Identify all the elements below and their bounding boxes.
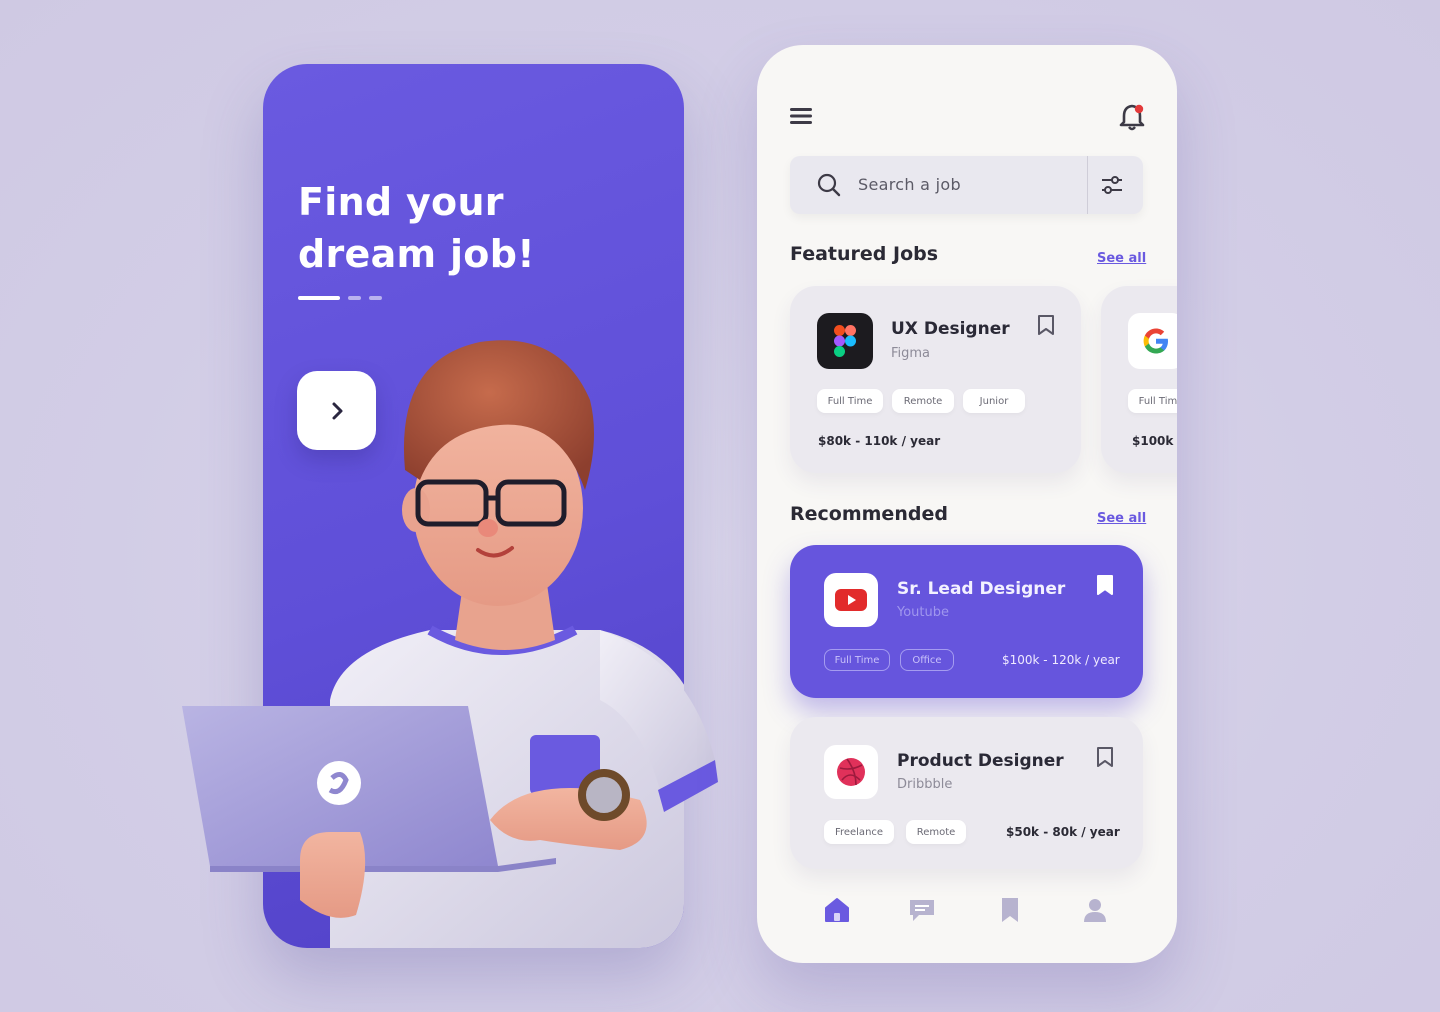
bell-icon[interactable]: [1119, 103, 1145, 131]
dribbble-logo: [824, 745, 878, 799]
job-tag: Freelance: [824, 820, 894, 844]
job-tag: Remote: [892, 389, 954, 413]
company-name: Dribbble: [897, 777, 953, 792]
company-name: Figma: [891, 346, 931, 361]
job-tag: Full Time: [1128, 389, 1177, 413]
recommended-title: Recommended: [790, 503, 948, 525]
page-dot-active[interactable]: [298, 296, 340, 300]
salary: $100k -: [1132, 434, 1177, 448]
recommended-see-all-link[interactable]: See all: [1097, 511, 1146, 526]
job-tag: Remote: [906, 820, 966, 844]
home-icon[interactable]: [822, 895, 852, 925]
bookmark-icon[interactable]: [1037, 314, 1055, 336]
home-screen: Search a job Featured Jobs See all UX De…: [757, 45, 1177, 963]
recommended-job-card[interactable]: Product Designer Dribbble Freelance Remo…: [790, 717, 1143, 869]
search-divider: [1087, 156, 1088, 214]
job-tag: Office: [900, 649, 954, 671]
youtube-logo: [824, 573, 878, 627]
featured-jobs-title: Featured Jobs: [790, 243, 939, 265]
figma-icon: [834, 325, 856, 357]
chat-icon[interactable]: [907, 895, 937, 925]
job-title: Sr. Lead Designer: [897, 579, 1066, 599]
featured-see-all-link[interactable]: See all: [1097, 251, 1146, 266]
title-line-1: Find your: [298, 180, 504, 224]
salary: $100k - 120k / year: [1002, 653, 1120, 667]
job-title: UX Designer: [891, 319, 1010, 339]
search-input[interactable]: Search a job: [858, 175, 961, 194]
google-logo: [1128, 313, 1177, 369]
figma-logo: [817, 313, 873, 369]
job-tag: Junior: [963, 389, 1025, 413]
sliders-icon[interactable]: [1100, 174, 1124, 196]
bookmark-icon[interactable]: [995, 895, 1025, 925]
bottom-navigation: [757, 895, 1177, 939]
page-dot[interactable]: [348, 296, 361, 300]
company-name: Youtube: [897, 605, 949, 620]
job-tag: Full Time: [824, 649, 890, 671]
job-title: Product Designer: [897, 751, 1064, 771]
bookmark-filled-icon[interactable]: [1096, 574, 1114, 596]
recommended-job-card[interactable]: Sr. Lead Designer Youtube Full Time Offi…: [790, 545, 1143, 698]
dribbble-icon: [837, 758, 865, 786]
background: [0, 0, 1440, 1012]
job-tag: Full Time: [817, 389, 883, 413]
bookmark-icon[interactable]: [1096, 746, 1114, 768]
profile-icon[interactable]: [1080, 895, 1110, 925]
page-dot[interactable]: [369, 296, 382, 300]
salary: $50k - 80k / year: [1006, 825, 1120, 839]
search-bar[interactable]: Search a job: [790, 156, 1143, 214]
salary: $80k - 110k / year: [818, 434, 941, 448]
chevron-right-icon: [332, 402, 342, 419]
search-icon: [817, 173, 841, 197]
featured-job-card[interactable]: Full Time $100k -: [1101, 286, 1177, 473]
hamburger-menu-icon[interactable]: [790, 108, 812, 124]
page-indicator[interactable]: [298, 296, 382, 300]
youtube-icon: [835, 589, 867, 611]
google-icon: [1143, 328, 1168, 354]
title-line-2: dream job!: [298, 232, 535, 276]
onboarding-title: Find your dream job!: [298, 176, 618, 280]
featured-job-card[interactable]: UX Designer Figma Full Time Remote Junio…: [790, 286, 1081, 473]
next-button[interactable]: [297, 371, 376, 450]
